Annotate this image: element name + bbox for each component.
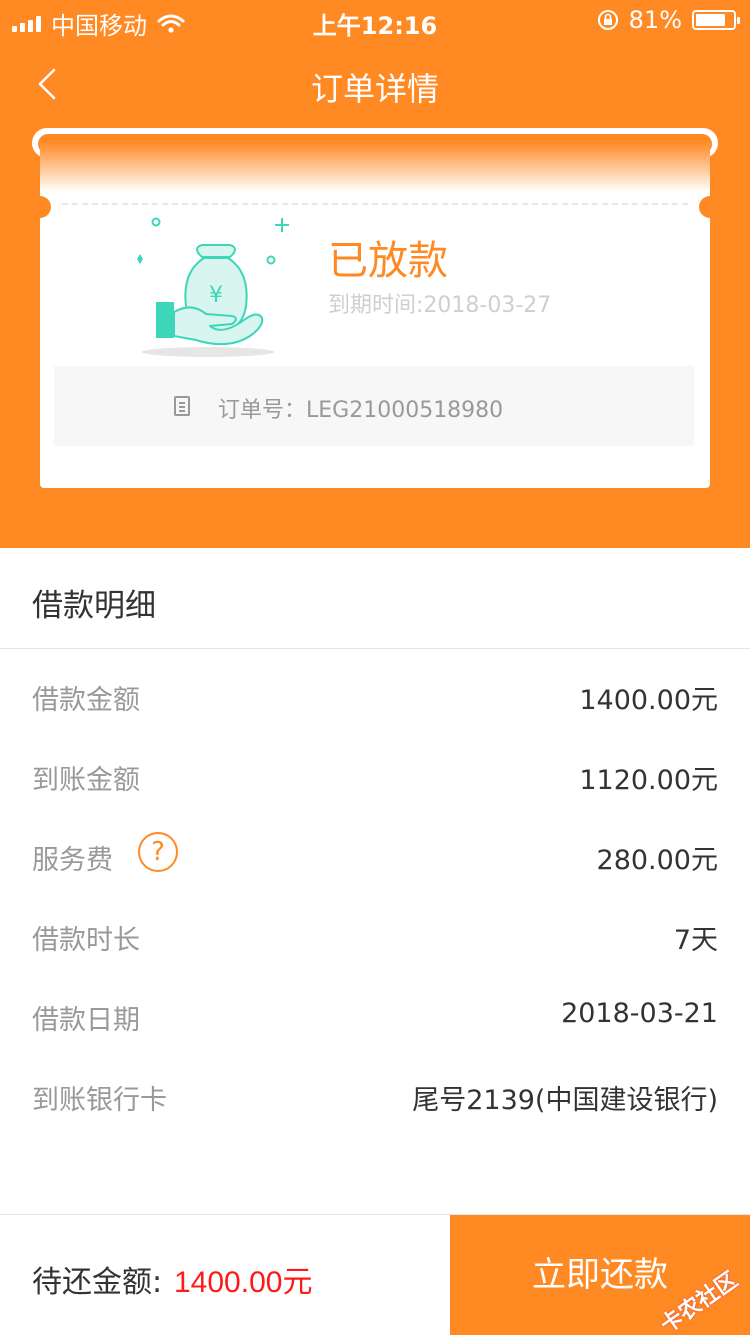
page-title: 订单详情: [310, 70, 439, 108]
help-icon[interactable]: ?: [138, 832, 178, 872]
document-icon: [174, 396, 190, 416]
detail-label: 服务费: [32, 845, 113, 876]
detail-value: 1120.00元: [579, 765, 718, 796]
detail-row-bank-card: 到账银行卡 尾号2139(中国建设银行): [32, 1066, 718, 1126]
money-bag-illustration: ¥: [137, 217, 289, 357]
detail-value: 尾号2139(中国建设银行): [412, 1085, 718, 1116]
section-divider: [0, 648, 750, 649]
bottom-bar: 待还金额: 1400.00元 立即还款 卡农社区: [0, 1214, 750, 1339]
card-notch-right: [699, 196, 721, 218]
svg-text:¥: ¥: [209, 283, 223, 308]
detail-row-received-amount: 到账金额 1120.00元: [32, 746, 718, 806]
detail-value: 7天: [673, 925, 718, 956]
detail-row-loan-amount: 借款金额 1400.00元: [32, 666, 718, 726]
detail-label: 到账银行卡: [32, 1085, 167, 1116]
amount-due-value: 1400.00元: [174, 1266, 313, 1299]
due-date: 到期时间:2018-03-27: [328, 293, 552, 318]
detail-row-loan-duration: 借款时长 7天: [32, 906, 718, 966]
section-title: 借款明细: [32, 588, 156, 624]
order-number-box: 订单号：LEG21000518980: [54, 366, 694, 446]
card-notch-left: [29, 196, 51, 218]
detail-value: 2018-03-21: [561, 998, 718, 1029]
detail-label: 到账金额: [32, 765, 140, 796]
detail-label: 借款日期: [32, 1005, 140, 1036]
battery-icon: [692, 10, 740, 30]
battery-percent: 81%: [628, 6, 682, 34]
detail-value: 280.00元: [596, 845, 718, 876]
amount-due-label: 待还金额:: [32, 1265, 163, 1300]
order-number: 订单号：LEG21000518980: [218, 398, 504, 423]
detail-label: 借款时长: [32, 925, 140, 956]
loan-status: 已放款: [328, 239, 448, 283]
detail-label: 借款金额: [32, 685, 140, 716]
rotation-lock-icon: [597, 10, 618, 30]
detail-row-service-fee: 服务费 ? 280.00元: [32, 826, 718, 886]
detail-value: 1400.00元: [579, 685, 718, 716]
status-bar: 中国移动 上午12:16 81%: [0, 0, 750, 40]
card-dashed-divider: [62, 203, 688, 205]
detail-row-loan-date: 借款日期 2018-03-21: [32, 986, 718, 1046]
